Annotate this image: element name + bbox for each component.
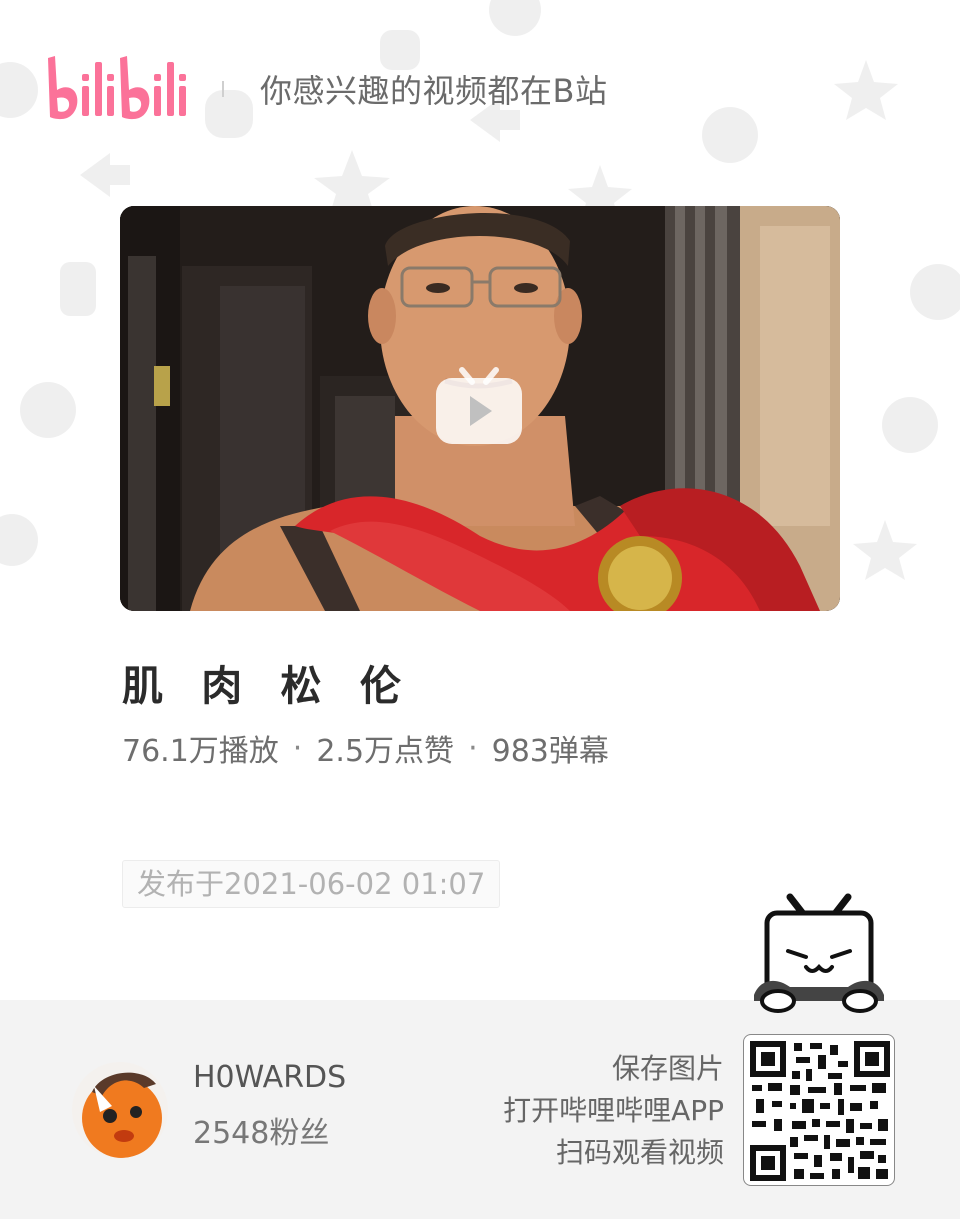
danmaku-count: 983弹幕 — [491, 734, 609, 769]
header: 你感兴趣的视频都在B站 — [44, 44, 607, 134]
uploader-name[interactable]: H0WARDS — [193, 1060, 346, 1095]
like-count: 2.5万点赞 — [316, 734, 455, 769]
app-cta: 保存图片 打开哔哩哔哩APP 扫码观看视频 — [503, 1048, 724, 1174]
uploader-avatar[interactable] — [72, 1062, 168, 1158]
video-title: 肌 肉 松 伦 — [122, 662, 413, 710]
qr-code[interactable] — [743, 1034, 895, 1186]
cta-line-save: 保存图片 — [611, 1052, 724, 1085]
bilibili-logo[interactable] — [44, 54, 188, 124]
stats-separator: · — [292, 730, 303, 766]
avatar-image — [72, 1062, 168, 1158]
qr-code-icon — [750, 1041, 890, 1181]
video-stats: 76.1万播放 · 2.5万点赞 · 983弹幕 — [122, 726, 609, 770]
cta-line-scan: 扫码观看视频 — [555, 1136, 724, 1169]
header-slogan: 你感兴趣的视频都在B站 — [260, 72, 608, 110]
play-icon[interactable] — [434, 360, 524, 446]
stats-separator: · — [468, 730, 478, 766]
cta-line-open-app: 打开哔哩哔哩APP — [503, 1094, 724, 1127]
uploader-followers: 2548粉丝 — [193, 1116, 330, 1151]
tv-mascot-icon — [754, 893, 884, 1013]
publish-date: 发布于2021-06-02 01:07 — [122, 860, 501, 908]
header-divider — [222, 81, 224, 97]
play-count: 76.1万播放 — [122, 734, 279, 769]
